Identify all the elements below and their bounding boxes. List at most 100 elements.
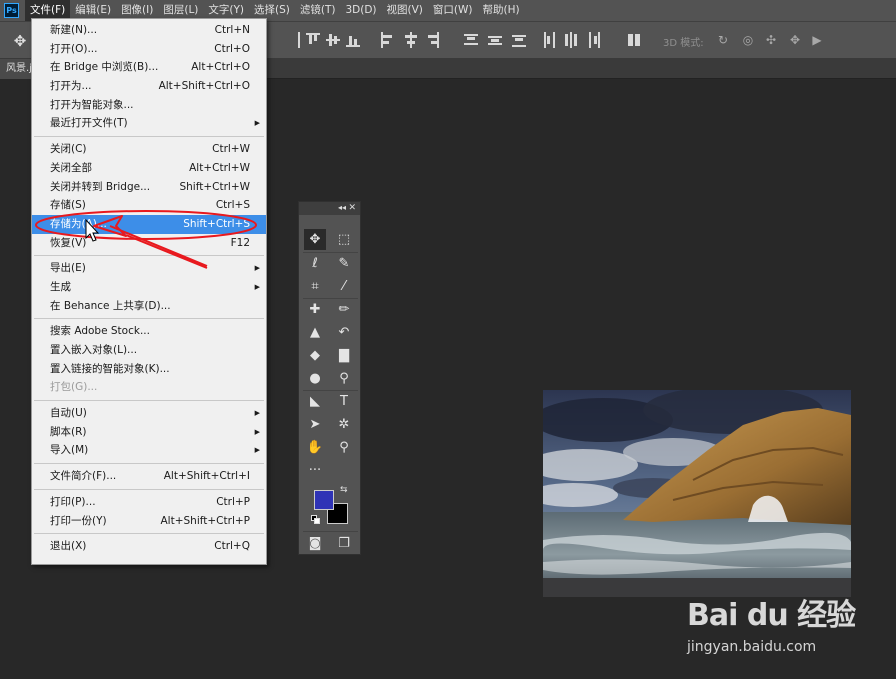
zoom-tool-icon[interactable]: ⚲: [333, 437, 355, 458]
default-colors-icon[interactable]: [311, 515, 320, 524]
menu-separator: [34, 136, 264, 138]
submenu-arrow-icon: ▶: [254, 264, 260, 273]
blur-tool-icon[interactable]: ●: [304, 368, 326, 389]
menu-item-export[interactable]: 导出(E) ▶: [32, 259, 266, 278]
brush-tool-icon[interactable]: ✏: [333, 299, 355, 320]
menu-item-save[interactable]: 存储(S) Ctrl+S: [32, 196, 266, 215]
menu-item-import[interactable]: 导入(M) ▶: [32, 441, 266, 460]
toolbox-panel: ◂◂ ✕ ✥ ⬚ ℓ ✎ ⌗ ⁄ ✚ ✏ ▲ ↶ ◆ ▇ ● ⚲ ◣ T ➤ ✲…: [298, 201, 361, 555]
menu-item-open-as-smart-object[interactable]: 打开为智能对象...: [32, 96, 266, 115]
menu-3d[interactable]: 3D(D): [340, 0, 381, 21]
healing-brush-tool-icon[interactable]: ✚: [304, 299, 326, 320]
submenu-arrow-icon: ▶: [254, 427, 260, 436]
file-menu-dropdown: 新建(N)... Ctrl+N 打开(O)... Ctrl+O 在 Bridge 中…: [31, 18, 267, 565]
dodge-tool-icon[interactable]: ⚲: [333, 368, 355, 389]
menu-item-open-as[interactable]: 打开为... Alt+Shift+Ctrl+O: [32, 77, 266, 96]
menu-window[interactable]: 窗口(W): [428, 0, 478, 21]
document-tab[interactable]: 风景.jp: [0, 59, 32, 79]
align-hcenter-icon[interactable]: [404, 32, 418, 48]
menu-item-share-on-behance[interactable]: 在 Behance 上共享(D)...: [32, 297, 266, 316]
menu-item-generate[interactable]: 生成 ▶: [32, 278, 266, 297]
watermark-url: jingyan.baidu.com: [687, 639, 817, 655]
menu-separator: [34, 255, 264, 257]
menu-item-close-all[interactable]: 关闭全部 Alt+Ctrl+W: [32, 159, 266, 178]
distribute-left-icon[interactable]: [542, 32, 556, 48]
distribute-hcenter-icon[interactable]: [564, 32, 578, 48]
foreground-color-swatch[interactable]: [314, 490, 334, 510]
toolbox-header[interactable]: ◂◂ ✕: [299, 202, 360, 215]
distribute-top-icon[interactable]: [464, 32, 478, 48]
clone-stamp-tool-icon[interactable]: ▲: [304, 322, 326, 343]
align-left-icon[interactable]: [380, 32, 394, 48]
menu-item-scripts[interactable]: 脚本(R) ▶: [32, 423, 266, 442]
menu-item-search-adobe-stock[interactable]: 搜索 Adobe Stock...: [32, 322, 266, 341]
crop-tool-icon[interactable]: ⌗: [304, 276, 326, 297]
align-right-icon[interactable]: [426, 32, 440, 48]
menu-item-place-embedded[interactable]: 置入嵌入对象(L)...: [32, 341, 266, 360]
menu-item-revert[interactable]: 恢复(V) F12: [32, 234, 266, 253]
auto-align-icon[interactable]: [627, 32, 641, 48]
menu-item-save-as[interactable]: 存储为(A)... Shift+Ctrl+S: [32, 214, 266, 234]
menu-item-place-linked[interactable]: 置入链接的智能对象(K)...: [32, 360, 266, 379]
align-top-icon[interactable]: [306, 32, 320, 48]
quick-select-tool-icon[interactable]: ✎: [333, 253, 355, 274]
menu-view[interactable]: 视图(V): [382, 0, 428, 21]
baidu-jingyan-watermark: Bai du 经验 jingyan.baidu.com: [685, 590, 885, 660]
menu-item-new[interactable]: 新建(N)... Ctrl+N: [32, 21, 266, 40]
photoshop-logo-icon: Ps: [4, 3, 19, 18]
3d-roll-icon[interactable]: ◎: [740, 32, 756, 48]
watermark-brand: Bai du 经验: [687, 598, 856, 633]
canvas-image[interactable]: [543, 390, 851, 597]
screen-mode-tool-icon[interactable]: ❐: [333, 533, 355, 554]
pen-tool-icon[interactable]: ◣: [304, 391, 326, 412]
menu-item-open[interactable]: 打开(O)... Ctrl+O: [32, 40, 266, 59]
distribute-icon[interactable]: [292, 32, 306, 48]
move-tool-preset-icon[interactable]: ✥: [10, 31, 30, 51]
eyedropper-tool-icon[interactable]: ⁄: [333, 276, 355, 297]
seascape-photo: [543, 390, 851, 597]
close-icon[interactable]: ✕: [348, 202, 356, 214]
3d-rotate-icon[interactable]: ↻: [715, 32, 731, 48]
submenu-arrow-icon: ▶: [254, 282, 260, 291]
custom-shape-tool-icon[interactable]: ✲: [333, 414, 355, 435]
swap-colors-icon[interactable]: ⇆: [340, 485, 348, 495]
menu-separator: [34, 318, 264, 320]
type-tool-icon[interactable]: T: [333, 391, 355, 412]
gradient-tool-icon[interactable]: ▇: [333, 345, 355, 366]
collapse-icon[interactable]: ◂◂: [338, 202, 346, 214]
history-brush-tool-icon[interactable]: ↶: [333, 322, 355, 343]
submenu-arrow-icon: ▶: [254, 446, 260, 455]
path-select-tool-icon[interactable]: ➤: [304, 414, 326, 435]
menu-help[interactable]: 帮助(H): [478, 0, 525, 21]
hand-tool-icon[interactable]: ✋: [304, 437, 326, 458]
menu-separator: [34, 400, 264, 402]
eraser-tool-icon[interactable]: ◆: [304, 345, 326, 366]
align-bottom-icon[interactable]: [346, 32, 360, 48]
menu-filter[interactable]: 滤镜(T): [295, 0, 341, 21]
menu-item-exit[interactable]: 退出(X) Ctrl+Q: [32, 537, 266, 556]
marquee-tool-icon[interactable]: ⬚: [333, 229, 355, 250]
menu-separator: [34, 488, 264, 490]
menu-item-automate[interactable]: 自动(U) ▶: [32, 404, 266, 423]
3d-slide-icon[interactable]: ✥: [787, 32, 803, 48]
move-tool-icon[interactable]: ✥: [304, 229, 326, 250]
menu-item-file-info[interactable]: 文件简介(F)... Alt+Shift+Ctrl+I: [32, 467, 266, 486]
menu-item-package: 打包(G)...: [50, 381, 98, 394]
menu-item-browse-in-bridge[interactable]: 在 Bridge 中浏览(B)... Alt+Ctrl+O: [32, 58, 266, 77]
3d-pan-icon[interactable]: ✣: [763, 32, 779, 48]
distribute-bottom-icon[interactable]: [512, 32, 526, 48]
align-vcenter-icon[interactable]: [326, 32, 340, 48]
3d-mode-label: 3D 模式:: [663, 38, 704, 49]
distribute-vcenter-icon[interactable]: [488, 32, 502, 48]
menu-item-print-one-copy[interactable]: 打印一份(Y) Alt+Shift+Ctrl+P: [32, 512, 266, 531]
lasso-tool-icon[interactable]: ℓ: [304, 253, 326, 274]
menu-item-open-recent[interactable]: 最近打开文件(T) ▶: [32, 114, 266, 133]
menu-item-close[interactable]: 关闭(C) Ctrl+W: [32, 140, 266, 159]
distribute-right-icon[interactable]: [588, 32, 602, 48]
menu-item-close-and-go-to-bridge[interactable]: 关闭并转到 Bridge... Shift+Ctrl+W: [32, 178, 266, 197]
quick-mask-tool-icon[interactable]: ◙: [304, 533, 326, 554]
3d-scale-icon[interactable]: ▶: [809, 32, 825, 48]
menu-item-print[interactable]: 打印(P)... Ctrl+P: [32, 493, 266, 512]
menu-separator: [34, 533, 264, 535]
more-tools-icon[interactable]: ···: [304, 460, 326, 481]
